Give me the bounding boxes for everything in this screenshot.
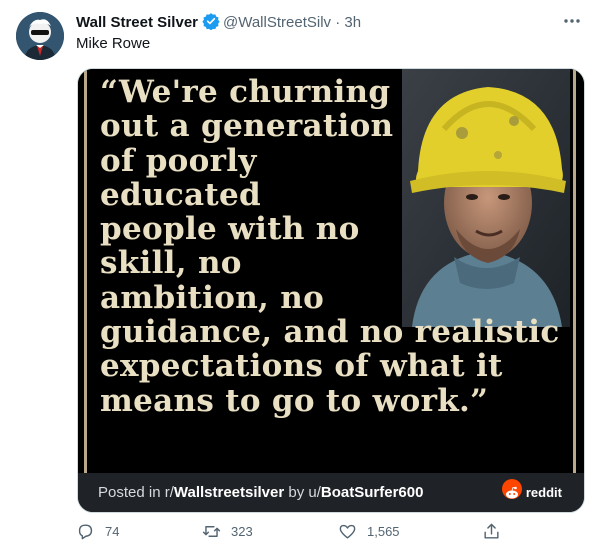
action-bar: 74 323 1,565 bbox=[76, 520, 516, 544]
tweet-text: Mike Rowe bbox=[76, 35, 151, 52]
retweet-button[interactable]: 323 bbox=[202, 520, 253, 544]
tweet[interactable]: Wall Street Silver @WallStreetSilv · 3h M… bbox=[0, 0, 598, 553]
quote-line: expectations of what it bbox=[100, 348, 503, 385]
quote-line: guidance, and no realistic bbox=[100, 314, 560, 351]
subreddit-name[interactable]: Wallstreetsilver bbox=[174, 484, 284, 501]
share-button[interactable] bbox=[482, 520, 511, 544]
reddit-footer: Posted in r/Wallstreetsilver by u/BoatSu… bbox=[78, 473, 584, 512]
reddit-username[interactable]: BoatSurfer600 bbox=[321, 484, 424, 501]
separator-dot: · bbox=[335, 14, 341, 31]
like-count: 1,565 bbox=[367, 524, 400, 539]
posted-in-text: Posted in r/Wallstreetsilver by u/BoatSu… bbox=[98, 484, 424, 501]
reply-count: 74 bbox=[105, 524, 120, 539]
media-card[interactable]: “We're churning out a generation of poor… bbox=[77, 68, 585, 513]
display-name[interactable]: Wall Street Silver bbox=[76, 14, 198, 31]
quote-line: people with no bbox=[100, 211, 360, 248]
avatar[interactable] bbox=[16, 12, 64, 60]
timestamp[interactable]: 3h bbox=[344, 14, 361, 31]
reply-icon bbox=[78, 524, 93, 540]
like-button[interactable]: 1,565 bbox=[338, 520, 400, 544]
retweet-count: 323 bbox=[231, 524, 253, 539]
quote-line: means to go to work.” bbox=[100, 382, 489, 419]
quote-line: skill, no bbox=[100, 245, 242, 282]
reddit-icon bbox=[501, 479, 522, 499]
user-handle[interactable]: @WallStreetSilv bbox=[223, 14, 331, 31]
tweet-header: Wall Street Silver @WallStreetSilv · 3h bbox=[76, 12, 584, 32]
share-icon bbox=[484, 523, 499, 539]
quote-text: “We're churning out a generation of poor… bbox=[100, 75, 570, 418]
quote-line: educated bbox=[100, 176, 262, 213]
verified-badge-icon bbox=[202, 12, 220, 36]
retweet-icon bbox=[202, 526, 221, 537]
quote-line: ambition, no bbox=[100, 279, 325, 316]
reddit-wordmark: reddit bbox=[525, 485, 562, 500]
quote-line: of poorly bbox=[100, 142, 257, 179]
reddit-logo: reddit bbox=[501, 473, 562, 512]
quote-line: “We're churning bbox=[100, 74, 391, 110]
quote-line: out a generation bbox=[100, 108, 394, 145]
avatar-image bbox=[16, 12, 64, 60]
quote-poster: “We're churning out a generation of poor… bbox=[78, 69, 584, 473]
more-dots-icon[interactable] bbox=[562, 11, 582, 36]
reply-button[interactable]: 74 bbox=[76, 520, 119, 544]
heart-icon bbox=[339, 524, 356, 539]
